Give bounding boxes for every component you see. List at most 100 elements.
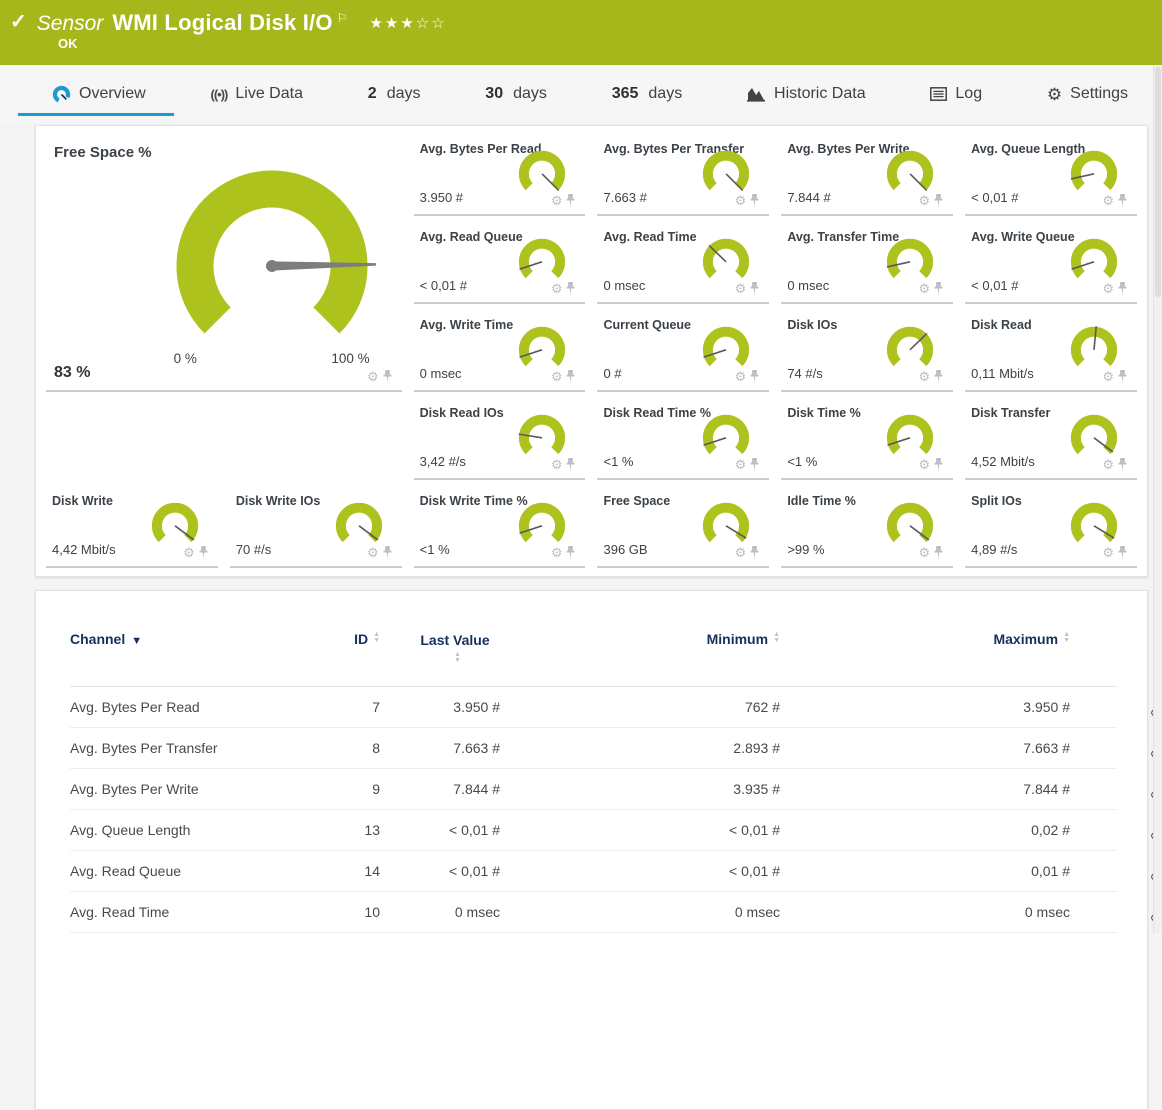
gear-icon[interactable]: ⚙ [919,546,931,559]
gauge-value: 7.663 # [603,190,646,205]
tab-live-data[interactable]: ((•)) Live Data [207,65,307,123]
gear-icon[interactable]: ⚙ [551,282,563,295]
gear-icon[interactable]: ⚙ [1102,546,1114,559]
primary-gauge-title: Free Space % [54,144,152,161]
column-header-id[interactable]: ID▲▼ [305,615,380,687]
table-row[interactable]: Avg. Bytes Per Write97.844 #3.935 #7.844… [70,769,1117,810]
pin-icon[interactable] [750,370,759,383]
pin-icon[interactable] [934,282,943,295]
pin-icon[interactable] [750,458,759,471]
tab-historic-data[interactable]: Historic Data [743,65,870,123]
gauge-dial [697,234,755,286]
gauge-dial [513,146,571,198]
last-value-cell: 3.950 # [380,687,530,728]
pin-icon[interactable] [934,370,943,383]
gear-icon[interactable]: ⚙ [919,282,931,295]
gear-icon[interactable]: ⚙ [551,546,563,559]
pin-icon[interactable] [750,282,759,295]
tab-log[interactable]: Log [926,65,986,123]
pin-icon[interactable] [566,194,575,207]
table-row[interactable]: Avg. Read Queue14< 0,01 #< 0,01 #0,01 #⚙… [70,851,1117,892]
tab-2-days[interactable]: 2 days [364,65,425,123]
sort-icon[interactable]: ▲▼ [454,652,461,664]
gauge-tile: Disk Read Time %<1 %⚙ [597,392,769,480]
gauge-dial [881,498,939,550]
column-header-actions [1070,615,1117,687]
gear-icon[interactable]: ⚙ [735,194,747,207]
gauge-tile: Avg. Write Queue< 0,01 #⚙ [965,216,1137,304]
sort-icon[interactable]: ▲▼ [773,632,780,644]
gear-icon[interactable]: ⚙ [367,370,379,383]
gauge-title: Avg. Read Queue [420,230,523,244]
gauge-tile: Disk Write IOs70 #/s⚙ [230,480,402,568]
pin-icon[interactable] [199,546,208,559]
column-header-minimum[interactable]: Minimum▲▼ [530,615,780,687]
scrollbar-thumb[interactable] [1155,67,1161,297]
pin-icon[interactable] [1118,282,1127,295]
pin-icon[interactable] [934,194,943,207]
pin-icon[interactable] [934,458,943,471]
tab-30-days[interactable]: 30 days [481,65,551,123]
gear-icon[interactable]: ⚙ [551,194,563,207]
gear-icon[interactable]: ⚙ [1102,194,1114,207]
gear-icon[interactable]: ⚙ [919,458,931,471]
gear-icon[interactable]: ⚙ [919,370,931,383]
pin-icon[interactable] [1118,458,1127,471]
tab-label: Settings [1070,85,1128,103]
gear-icon[interactable]: ⚙ [735,546,747,559]
gear-icon[interactable]: ⚙ [1102,458,1114,471]
star-rating[interactable]: ★★★☆☆ [369,14,446,32]
channel-id-cell: 8 [305,728,380,769]
pin-icon[interactable] [1118,194,1127,207]
pin-icon[interactable] [383,546,392,559]
pin-icon[interactable] [750,546,759,559]
gauge-value: <1 % [603,454,633,469]
table-row[interactable]: Avg. Bytes Per Read73.950 #762 #3.950 #⚙… [70,687,1117,728]
sort-icon[interactable]: ▲▼ [373,632,380,644]
gauge-value: 3.950 # [420,190,463,205]
gear-icon[interactable]: ⚙ [735,282,747,295]
gear-icon[interactable]: ⚙ [551,458,563,471]
gauge-value: >99 % [787,542,824,557]
gear-icon[interactable]: ⚙ [735,370,747,383]
gauge-tile: Avg. Read Queue< 0,01 #⚙ [414,216,586,304]
pin-icon[interactable] [934,546,943,559]
table-row[interactable]: Avg. Bytes Per Transfer87.663 #2.893 #7.… [70,728,1117,769]
gauge-grid: Free Space % 0 % 100 % 83 % ⚙ [36,126,1147,576]
pin-icon[interactable] [1118,370,1127,383]
gauge-dial [697,410,755,462]
column-header-last-value[interactable]: Last Value▲▼ [380,615,530,687]
gear-icon[interactable]: ⚙ [367,546,379,559]
gauge-min-label: 0 % [174,351,197,366]
gear-icon[interactable]: ⚙ [735,458,747,471]
table-row[interactable]: Avg. Queue Length13< 0,01 #< 0,01 #0,02 … [70,810,1117,851]
pin-icon[interactable] [566,546,575,559]
channel-name-cell: Avg. Bytes Per Read [70,687,305,728]
gear-icon[interactable]: ⚙ [1102,282,1114,295]
pin-icon[interactable] [383,370,392,383]
maximum-cell: 7.844 # [780,769,1070,810]
column-header-channel[interactable]: Channel▼ [70,615,305,687]
pin-icon[interactable] [1118,546,1127,559]
pin-icon[interactable] [566,458,575,471]
tab-label: days [387,85,421,103]
gear-icon[interactable]: ⚙ [919,194,931,207]
gauge-tile: Disk Write4,42 Mbit/s⚙ [46,480,218,568]
column-header-maximum[interactable]: Maximum▲▼ [780,615,1070,687]
pin-icon[interactable] [566,282,575,295]
tab-365-days[interactable]: 365 days [608,65,687,123]
flag-icon[interactable]: ⚐ [337,11,348,25]
area-chart-icon [747,87,766,102]
table-row[interactable]: Avg. Read Time100 msec0 msec0 msec⚙⚙ [70,892,1117,933]
gear-icon[interactable]: ⚙ [551,370,563,383]
pin-icon[interactable] [750,194,759,207]
vertical-scrollbar[interactable] [1153,65,1162,933]
gear-icon[interactable]: ⚙ [1102,370,1114,383]
gear-icon[interactable]: ⚙ [183,546,195,559]
sort-active-icon[interactable]: ▼ [131,635,142,647]
gauge-value: 4,52 Mbit/s [971,454,1035,469]
tab-overview[interactable]: Overview [48,65,150,123]
pin-icon[interactable] [566,370,575,383]
sort-icon[interactable]: ▲▼ [1063,632,1070,644]
tab-settings[interactable]: ⚙ Settings [1043,65,1132,123]
